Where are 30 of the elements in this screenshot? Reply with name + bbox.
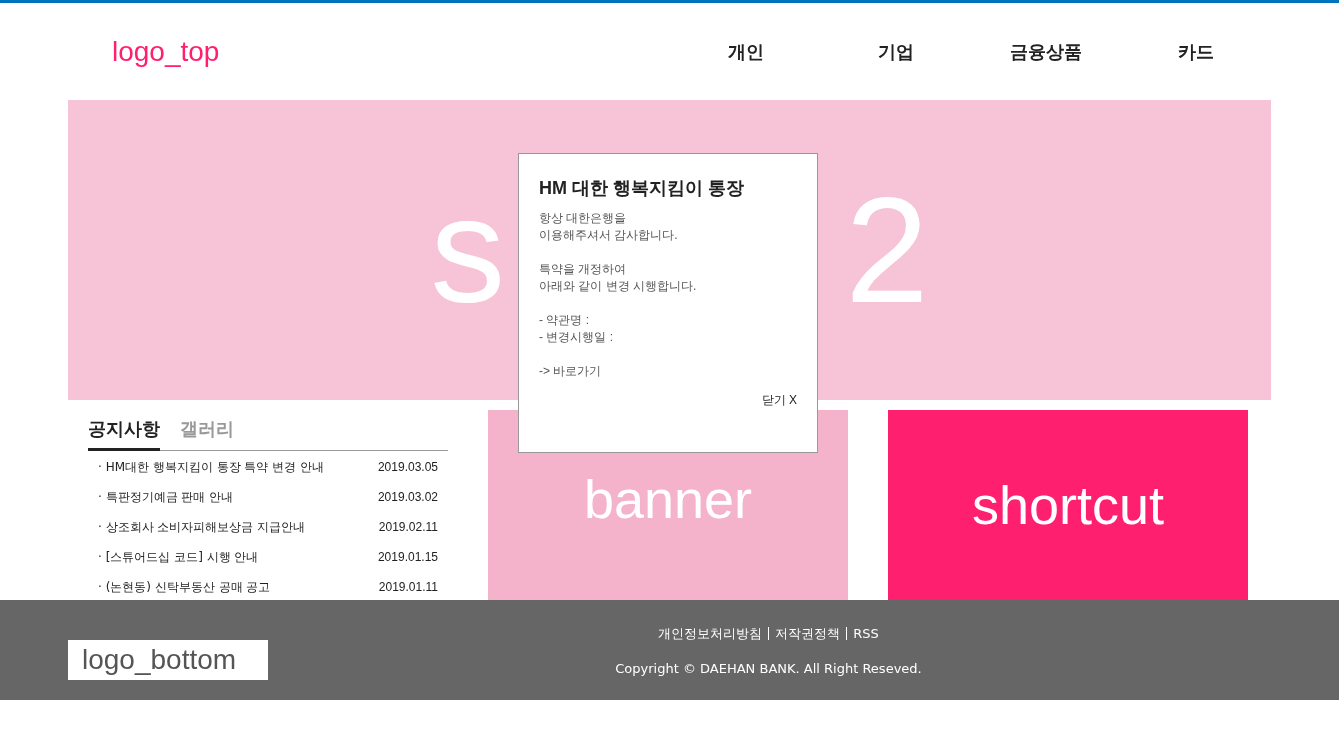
nav-link[interactable]: 개인 — [671, 39, 821, 64]
nav-link[interactable]: 카드 — [1121, 39, 1271, 64]
footer-link[interactable]: 개인정보처리방침 — [658, 624, 763, 643]
nav-link[interactable]: 금융상품 — [971, 39, 1121, 64]
popup-text: 특약을 개정하여 아래와 같이 변경 시행합니다. — [539, 261, 698, 295]
notice-date: 2019.01.11 — [378, 580, 438, 594]
footer-link[interactable]: 저작권정책 — [775, 624, 841, 643]
shortcut-link[interactable]: -> 바로가기 — [539, 363, 797, 380]
board-tab[interactable]: 공지사항 — [88, 410, 160, 451]
footer-logo: logo_bottom — [68, 640, 268, 680]
notice-title[interactable]: · (논현동) 신탁부동산 공매 공고 — [98, 578, 271, 596]
popup-title: HM 대한 행복지킴이 통장 — [539, 177, 745, 200]
logo: logo_top — [112, 35, 221, 68]
footer-link[interactable]: RSS — [853, 626, 879, 641]
popup-text: 항상 대한은행을 이용해주셔서 감사합니다. — [539, 210, 679, 244]
notice-title[interactable]: · [스튜어드십 코드] 시행 안내 — [98, 548, 259, 566]
notice-date: 2019.03.02 — [377, 490, 438, 504]
notice-date: 2019.02.11 — [378, 520, 438, 534]
notice-date: 2019.01.15 — [377, 550, 438, 564]
notice-title[interactable]: · 특판정기예금 판매 안내 — [98, 488, 234, 506]
close-button[interactable]: 닫기 X — [761, 392, 797, 409]
nav-link[interactable]: 기업 — [821, 39, 971, 64]
notice-date: 2019.03.05 — [377, 460, 438, 474]
notice-title[interactable]: · HM대한 행복지킴이 통장 특약 변경 안내 — [98, 458, 325, 476]
copyright-text: Copyright © DAEHAN BANK. All Right Reseved. — [615, 660, 922, 676]
slide-text: s — [430, 164, 506, 336]
popup-text: - 약관명 : - 변경시행일 : — [539, 312, 614, 346]
slide-text: 2 — [845, 164, 929, 336]
shortcut-link[interactable]: shortcut — [888, 410, 1248, 600]
notice-title[interactable]: · 상조회사 소비자피해보상금 지급안내 — [98, 518, 306, 536]
